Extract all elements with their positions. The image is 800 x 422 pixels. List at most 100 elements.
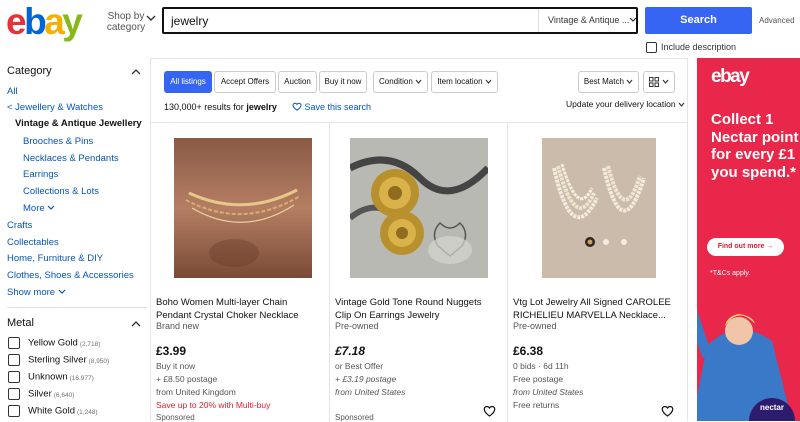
chevron-down-icon — [678, 102, 685, 107]
metal-label: Sterling Silver — [28, 354, 87, 366]
chevron-down-icon — [626, 79, 633, 84]
metal-filter-silver[interactable]: Silver (6,640) — [8, 388, 74, 400]
results-query: jewelry — [246, 102, 277, 112]
results-panel: All listings Accept Offers Auction Buy i… — [150, 58, 688, 422]
category-earrings[interactable]: Earrings — [23, 169, 58, 180]
metal-filter-unknown[interactable]: Unknown (16,977) — [8, 371, 94, 383]
category-select[interactable]: Vintage & Antique ... — [538, 9, 638, 32]
heart-icon[interactable] — [483, 405, 496, 417]
listing-bids: 0 bids · 6d 11h — [513, 361, 569, 371]
include-description-checkbox[interactable]: Include description — [646, 42, 736, 54]
checkbox-icon — [646, 42, 657, 54]
checkbox-icon — [8, 388, 20, 400]
gold-earrings-photo — [350, 138, 488, 278]
listing-promo: Save up to 20% with Multi-buy — [156, 400, 271, 410]
listing-image[interactable] — [350, 138, 488, 278]
category-all[interactable]: All — [7, 86, 18, 97]
metal-filter-white-gold[interactable]: White Gold (1,248) — [8, 405, 98, 417]
chevron-up-icon[interactable] — [131, 68, 141, 75]
chevron-down-icon — [58, 289, 66, 294]
logo-letter: b — [24, 1, 47, 42]
ad-ebay-logo: ebay — [711, 66, 750, 87]
listing-location: from United States — [513, 387, 584, 397]
chevron-down-icon — [629, 17, 637, 22]
listing-image[interactable] — [542, 138, 656, 278]
listing-card[interactable]: Vtg Lot Jewelry All Signed CAROLEE RICHE… — [508, 122, 680, 422]
metal-label: Unknown — [28, 371, 68, 383]
shop-by-category-button[interactable]: Shop by category — [104, 11, 148, 33]
chevron-down-icon[interactable] — [146, 15, 156, 22]
checkbox-icon — [8, 354, 20, 366]
ad-terms: *T&Cs apply. — [710, 270, 751, 277]
tab-all-listings[interactable]: All listings — [164, 71, 212, 93]
results-count: 130,000+ results for jewelry — [164, 102, 277, 112]
metal-heading[interactable]: Metal — [7, 317, 34, 329]
category-more-button[interactable]: More — [23, 203, 55, 214]
metal-count: (1,248) — [77, 408, 98, 416]
listing-condition: Brand new — [156, 321, 200, 331]
metal-filter-yellow-gold[interactable]: Yellow Gold (2,718) — [8, 337, 100, 349]
chevron-up-icon[interactable] — [131, 320, 141, 327]
save-search-button[interactable]: Save this search — [292, 102, 371, 112]
chevron-down-icon — [47, 205, 55, 210]
advanced-search-link[interactable]: Advanced — [759, 16, 795, 25]
nectar-ad-banner[interactable]: ebay Collect 1 Nectar point for every £1… — [697, 58, 800, 421]
view-toggle-button[interactable] — [643, 71, 675, 93]
listing-title[interactable]: Vintage Gold Tone Round Nuggets Clip On … — [335, 296, 500, 322]
category-collections[interactable]: Collections & Lots — [23, 186, 99, 197]
listing-postage: + £3.19 postage — [335, 374, 397, 384]
condition-dropdown[interactable]: Condition — [373, 71, 428, 93]
listing-returns: Free returns — [513, 400, 560, 410]
ebay-logo[interactable]: ebay — [6, 1, 83, 42]
item-location-dropdown[interactable]: Item location — [431, 71, 498, 93]
listing-price: £7.18 — [335, 344, 366, 358]
category-necklaces[interactable]: Necklaces & Pendants — [23, 153, 119, 164]
listing-condition: Pre-owned — [335, 321, 379, 331]
grid-view-icon — [649, 76, 660, 87]
search-box: jewelry Vintage & Antique ... — [162, 7, 638, 34]
more-label: More — [23, 203, 45, 214]
metal-filter-sterling-silver[interactable]: Sterling Silver (8,950) — [8, 354, 109, 366]
sort-dropdown[interactable]: Best Match — [578, 71, 639, 93]
metal-label: Silver — [28, 388, 52, 400]
listing-title[interactable]: Vtg Lot Jewelry All Signed CAROLEE RICHE… — [513, 296, 678, 322]
category-brooches[interactable]: Brooches & Pins — [23, 136, 93, 147]
ad-headline: Collect 1 Nectar point for every £1 you … — [711, 111, 799, 181]
show-more-button[interactable]: Show more — [7, 287, 66, 298]
tab-accept-offers[interactable]: Accept Offers — [214, 71, 276, 93]
show-more-label: Show more — [7, 287, 56, 298]
listing-price: £3.99 — [156, 344, 187, 358]
listing-card[interactable]: Vintage Gold Tone Round Nuggets Clip On … — [330, 122, 502, 422]
search-input[interactable]: jewelry — [171, 14, 208, 28]
metal-label: White Gold — [28, 405, 75, 417]
category-heading[interactable]: Category — [7, 65, 52, 77]
checkbox-icon — [8, 405, 20, 417]
sort-label: Best Match — [583, 77, 624, 86]
category-jewellery-watches[interactable]: < Jewellery & Watches — [7, 102, 103, 113]
listing-card[interactable]: Boho Women Multi-layer Chain Pendant Cry… — [151, 122, 323, 422]
listing-location: from United Kingdom — [156, 387, 236, 397]
listing-title[interactable]: Boho Women Multi-layer Chain Pendant Cry… — [156, 296, 321, 322]
tab-buy-it-now[interactable]: Buy it now — [319, 71, 367, 93]
category-home[interactable]: Home, Furniture & DIY — [7, 253, 103, 264]
tab-auction[interactable]: Auction — [278, 71, 317, 93]
checkbox-icon — [8, 371, 20, 383]
choker-necklace-photo — [174, 138, 312, 278]
heart-icon[interactable] — [661, 405, 674, 417]
chevron-down-icon — [662, 80, 669, 85]
listing-postage: + £8.50 postage — [156, 374, 218, 384]
listing-image[interactable] — [174, 138, 312, 278]
search-button[interactable]: Search — [645, 7, 752, 34]
pearl-necklaces-photo — [542, 138, 656, 278]
find-out-more-button[interactable]: Find out more → — [707, 238, 784, 256]
condition-label: Condition — [378, 77, 413, 86]
results-prefix: 130,000+ results for — [164, 102, 244, 112]
metal-label: Yellow Gold — [28, 337, 78, 349]
category-clothes[interactable]: Clothes, Shoes & Accessories — [7, 270, 134, 281]
chevron-down-icon — [485, 79, 492, 84]
checkbox-icon — [8, 337, 20, 349]
category-collectables[interactable]: Collectables — [7, 237, 59, 248]
metal-count: (6,640) — [53, 391, 75, 399]
category-crafts[interactable]: Crafts — [7, 220, 32, 231]
update-location-button[interactable]: Update your delivery location — [566, 99, 685, 109]
